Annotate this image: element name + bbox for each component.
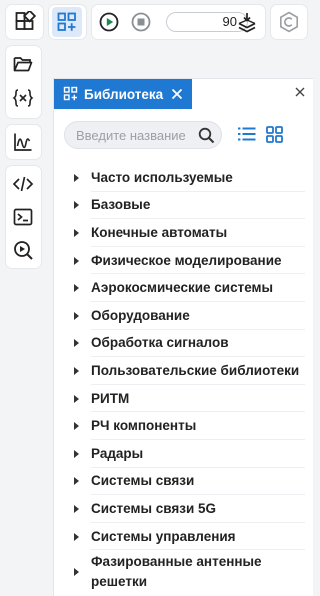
chevron-right-icon[interactable]	[74, 284, 79, 293]
simulation-toolbar-group: 90	[92, 5, 265, 39]
tree-item-label: Аэрокосмические системы	[91, 280, 274, 296]
tree-item-label: Часто используемые	[91, 169, 233, 185]
stop-button[interactable]	[126, 7, 156, 37]
tree-item[interactable]: Базовые	[54, 192, 313, 220]
tree-item[interactable]: Системы связи 5G	[54, 495, 313, 523]
tree-item-label: Обработка сигналов	[91, 335, 229, 351]
tree-item-label: Базовые	[91, 197, 151, 213]
grid-view-icon[interactable]	[266, 126, 283, 143]
c-hexagon-icon	[280, 11, 298, 33]
load-button[interactable]	[232, 7, 262, 37]
tree-item[interactable]: Оборудование	[54, 302, 313, 330]
library-button[interactable]	[52, 7, 82, 37]
close-icon[interactable]	[171, 88, 183, 100]
tree-item[interactable]: Системы управления	[54, 523, 313, 551]
tree-item-label: Радары	[91, 445, 144, 461]
tree-item[interactable]: Конечные автоматы	[54, 219, 313, 247]
tree-item[interactable]: Системы связи	[54, 468, 313, 496]
tree-item-label: Оборудование	[91, 307, 190, 323]
variables-icon	[12, 89, 34, 107]
tree-item[interactable]: Пользовательские библиотеки	[54, 357, 313, 385]
tree-item-label: РЧ компоненты	[91, 418, 197, 434]
tree-item[interactable]: Фазированные антенные решетки	[54, 550, 313, 594]
folder-open-icon	[13, 57, 33, 72]
file-variables-toolbar-group	[6, 46, 41, 118]
chart-icon	[14, 133, 32, 151]
tree-item-label: Конечные автоматы	[91, 224, 228, 240]
chevron-right-icon[interactable]	[74, 568, 79, 577]
chevron-right-icon[interactable]	[74, 201, 79, 210]
tree-item-label: Фазированные антенные решетки	[91, 554, 262, 590]
chevron-right-icon[interactable]	[74, 394, 79, 403]
app-toolbar-group	[6, 5, 43, 39]
chevron-right-icon[interactable]	[74, 228, 79, 237]
tree-item[interactable]: Обработка сигналов	[54, 330, 313, 358]
chevron-right-icon[interactable]	[74, 256, 79, 265]
tools-toolbar-group	[6, 166, 41, 268]
search-input[interactable]	[65, 122, 197, 148]
variables-button[interactable]	[8, 83, 38, 113]
tree-item-label: РИТМ	[91, 390, 130, 406]
chevron-right-icon[interactable]	[74, 477, 79, 486]
chevron-right-icon[interactable]	[74, 311, 79, 320]
code-button[interactable]	[8, 169, 38, 199]
terminal-icon	[13, 208, 33, 226]
tree-item[interactable]: РЧ компоненты	[54, 412, 313, 440]
library-blocks-icon	[57, 12, 76, 31]
tree-item[interactable]: Физическое моделирование	[54, 247, 313, 275]
chevron-right-icon[interactable]	[74, 422, 79, 431]
play-icon	[99, 12, 119, 32]
tree-item[interactable]: Радары	[54, 440, 313, 468]
list-view-icon[interactable]	[238, 126, 256, 142]
open-folder-button[interactable]	[8, 49, 38, 79]
inspect-button[interactable]	[8, 235, 38, 265]
tree-item-label: Физическое моделирование	[91, 252, 282, 268]
blocks-app-button[interactable]	[10, 7, 40, 37]
tree-item[interactable]: Аэрокосмические системы	[54, 274, 313, 302]
library-panel: Библиотека Часто используемые Базовые Ко…	[53, 78, 313, 596]
tree-item-label: Пользовательские библиотеки	[91, 362, 300, 378]
stop-icon	[131, 12, 151, 32]
chevron-right-icon[interactable]	[74, 173, 79, 182]
chevron-right-icon[interactable]	[74, 504, 79, 513]
tab-library-label: Библиотека	[84, 86, 164, 102]
tree-item[interactable]: РИТМ	[54, 385, 313, 413]
tree-item-label: Системы связи 5G	[91, 500, 217, 516]
panel-close-icon[interactable]	[295, 87, 305, 97]
plot-toolbar-group	[6, 125, 41, 159]
plot-button[interactable]	[8, 127, 38, 157]
library-toolbar-group	[49, 5, 86, 39]
c-code-button[interactable]	[274, 7, 304, 37]
code-icon	[12, 176, 34, 192]
tree-item[interactable]: Часто используемые	[54, 164, 313, 192]
library-tree: Часто используемые Базовые Конечные авто…	[54, 164, 313, 594]
library-blocks-icon	[63, 86, 78, 101]
chevron-right-icon[interactable]	[74, 532, 79, 541]
chevron-right-icon[interactable]	[74, 339, 79, 348]
blocks-add-icon	[15, 11, 36, 30]
library-search	[64, 121, 222, 149]
terminal-button[interactable]	[8, 202, 38, 232]
chevron-right-icon[interactable]	[74, 366, 79, 375]
tab-library[interactable]: Библиотека	[54, 79, 192, 109]
search-analysis-icon	[14, 241, 33, 260]
search-icon[interactable]	[198, 127, 215, 144]
tree-item-label: Системы управления	[91, 528, 236, 544]
chevron-right-icon[interactable]	[74, 449, 79, 458]
code-generation-toolbar-group	[271, 5, 307, 39]
run-button[interactable]	[94, 7, 124, 37]
tree-item-label: Системы связи	[91, 473, 195, 489]
layers-download-icon	[238, 13, 256, 33]
